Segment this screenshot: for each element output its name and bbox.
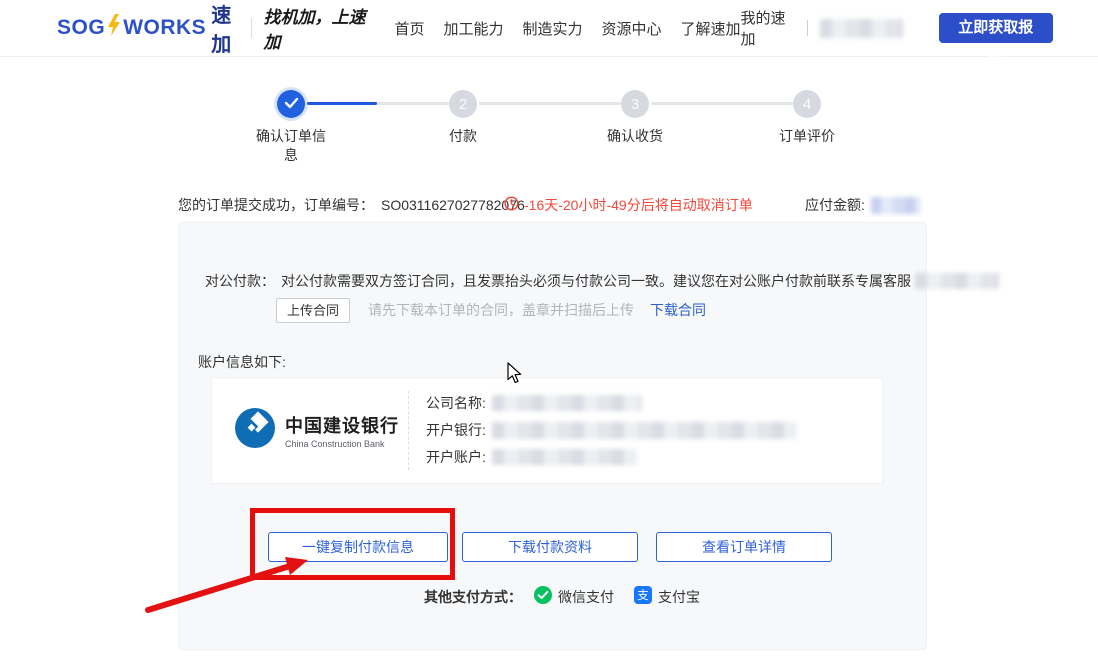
get-quote-button[interactable]: 立即获取报价 [939, 13, 1053, 43]
clock-icon [504, 196, 524, 214]
ccb-bank-logo-icon [234, 407, 276, 454]
mouse-cursor-icon [505, 362, 525, 389]
step-1-circle [277, 90, 305, 118]
payment-method-label: 对公付款： [205, 271, 275, 291]
account-info-title: 账户信息如下: [198, 352, 286, 372]
logo-text-left: SOG [57, 16, 105, 40]
wechat-pay-icon [534, 586, 558, 607]
bank-branch-row: 开户银行: [426, 420, 797, 440]
account-area: 我的速加 [741, 7, 903, 49]
step-4-number: 4 [803, 96, 811, 113]
logo-cn-text: 速加 [211, 0, 236, 57]
step-connector-2 [479, 102, 621, 105]
step-3-label: 确认收货 [595, 127, 675, 146]
other-payment-methods: 其他支付方式： 微信支付 支 支付宝 [424, 586, 700, 607]
step-3-circle: 3 [621, 90, 649, 118]
account-number-row: 开户账户: [426, 447, 797, 467]
nav-item-resources[interactable]: 资源中心 [602, 18, 662, 39]
order-success-page: SOG WORKS 速加 找机加，上速加 首页 加工能力 制造实力 资源中心 了… [0, 0, 1098, 659]
nav-item-capability[interactable]: 加工能力 [443, 18, 503, 39]
nav-item-strength[interactable]: 制造实力 [523, 18, 583, 39]
redacted-amount [871, 197, 921, 214]
upload-hint-text: 请先下载本订单的合同，盖章并扫描后上传 [368, 300, 634, 320]
bank-branch-label: 开户银行: [426, 420, 486, 440]
svg-text:支: 支 [637, 588, 649, 602]
sogaworks-logo[interactable]: SOG WORKS 速加 [57, 0, 237, 57]
main-nav: 首页 加工能力 制造实力 资源中心 了解速加 [394, 18, 740, 39]
redacted-company-name [492, 395, 642, 411]
step-3-number: 3 [631, 96, 639, 113]
upload-contract-button[interactable]: 上传合同 [276, 298, 350, 323]
step-1-label: 确认订单信息 [255, 127, 327, 165]
account-number-label: 开户账户: [426, 447, 486, 467]
lightning-bolt-icon [106, 14, 122, 42]
order-status-line: 您的订单提交成功，订单编号： SO0311627027782076 [178, 195, 525, 215]
redacted-bank-branch [492, 422, 797, 439]
red-arrow-annotation [140, 550, 320, 625]
step-2-circle: 2 [449, 90, 477, 118]
redacted-service-contact [915, 273, 999, 289]
company-name-label: 公司名称: [426, 393, 486, 413]
order-status-text: 您的订单提交成功，订单编号： [178, 195, 374, 215]
top-navbar: SOG WORKS 速加 找机加，上速加 首页 加工能力 制造实力 资源中心 了… [0, 0, 1098, 57]
alipay-icon: 支 [634, 586, 658, 607]
nav-item-about[interactable]: 了解速加 [681, 18, 741, 39]
company-name-row: 公司名称: [426, 393, 797, 413]
bank-name-en: China Construction Bank [285, 439, 399, 449]
step-4-circle: 4 [793, 90, 821, 118]
other-payment-label: 其他支付方式： [424, 587, 522, 607]
step-2-label: 付款 [433, 127, 493, 146]
bank-account-card: 中国建设银行 China Construction Bank 公司名称: 开户银… [211, 377, 883, 484]
step-connector-3 [651, 102, 793, 105]
step-2-number: 2 [459, 96, 467, 113]
contract-upload-row: 上传合同 请先下载本订单的合同，盖章并扫描后上传 下载合同 [276, 297, 706, 323]
account-divider [807, 20, 808, 36]
wechat-pay-option[interactable]: 微信支付 [534, 586, 614, 607]
payment-method-desc: 对公付款需要双方签订合同，且发票抬头必须与付款公司一致。建议您在对公账户付款前联… [281, 271, 911, 291]
view-order-detail-button[interactable]: 查看订单详情 [656, 532, 832, 562]
corporate-payment-row: 对公付款： 对公付款需要双方签订合同，且发票抬头必须与付款公司一致。建议您在对公… [205, 271, 999, 291]
my-sogaworks-link[interactable]: 我的速加 [741, 7, 795, 49]
alipay-label: 支付宝 [658, 587, 700, 607]
logo-text-right: WORKS [123, 16, 206, 40]
step-4-label: 订单评价 [767, 127, 847, 146]
countdown-text: -16天-20小时-49分后将自动取消订单 [524, 195, 753, 215]
download-payment-files-button[interactable]: 下载付款资料 [462, 532, 638, 562]
bank-name-block: 中国建设银行 China Construction Bank [285, 412, 399, 449]
nav-item-home[interactable]: 首页 [394, 18, 424, 39]
step-connector-1 [307, 102, 449, 105]
logo-divider [251, 18, 252, 38]
amount-label: 应付金额: [805, 195, 865, 215]
amount-due: 应付金额: [805, 195, 921, 215]
check-icon [284, 96, 299, 113]
bank-card-divider [408, 391, 409, 470]
bank-fields: 公司名称: 开户银行: 开户账户: [426, 393, 797, 474]
download-contract-link[interactable]: 下载合同 [650, 300, 706, 320]
wechat-pay-label: 微信支付 [558, 587, 614, 607]
redacted-username [820, 19, 903, 38]
brand-tagline: 找机加，上速加 [264, 3, 373, 53]
alipay-option[interactable]: 支 支付宝 [634, 586, 700, 607]
redacted-account-number [492, 449, 637, 465]
cancel-countdown: -16天-20小时-49分后将自动取消订单 [504, 195, 753, 215]
bank-name: 中国建设银行 [285, 412, 399, 438]
bank-logo-block: 中国建设银行 China Construction Bank [234, 378, 399, 483]
